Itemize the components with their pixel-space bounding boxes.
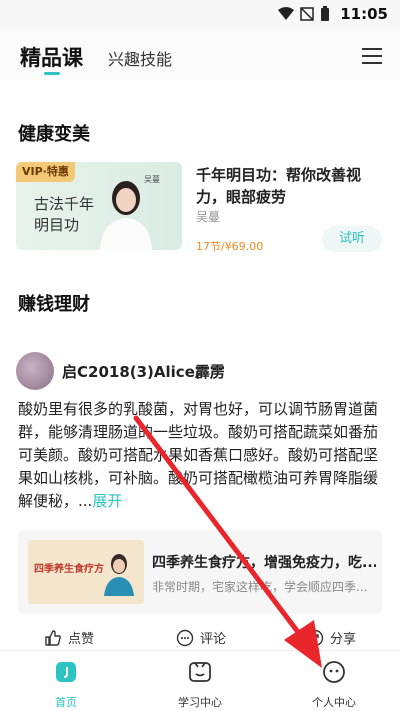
vip-badge: VIP·特惠 xyxy=(16,162,75,182)
post-actions: 点赞 评论 分享 xyxy=(0,628,400,652)
thumbnail-title: 古法千年明目功 xyxy=(34,195,95,234)
top-nav: 精品课 兴趣技能 xyxy=(0,28,400,80)
share-button[interactable]: 分享 xyxy=(306,628,356,647)
active-tab-indicator xyxy=(44,72,60,75)
thumbs-up-icon xyxy=(45,629,61,646)
comment-icon xyxy=(176,629,194,646)
battery-icon xyxy=(321,6,329,21)
course-price: 17节/¥69.00 xyxy=(196,240,264,253)
menu-icon[interactable] xyxy=(362,48,382,64)
status-time: 11:05 xyxy=(340,5,388,23)
avatar[interactable] xyxy=(16,352,54,390)
post-body: 酸奶里有很多的乳酸菌，对胃也好，可以调节肠胃道菌群，能够清理肠道的一些垃圾。酸奶… xyxy=(18,400,379,510)
bottom-nav-home[interactable]: 首页 xyxy=(26,659,106,710)
section-title-health: 健康变美 xyxy=(18,124,90,145)
share-icon xyxy=(306,629,324,646)
post-text: 酸奶里有很多的乳酸菌，对胃也好，可以调节肠胃道菌群，能够清理肠道的一些垃圾。酸奶… xyxy=(18,398,384,513)
course-thumbnail[interactable]: VIP·特惠 古法千年明目功 吴蔓 xyxy=(16,162,182,250)
course-author: 吴蔓 xyxy=(196,210,221,224)
linked-course-title: 四季养生食疗方，增强免疫力，吃... xyxy=(152,555,376,571)
like-label: 点赞 xyxy=(68,632,95,647)
bottom-nav-profile[interactable]: 个人中心 xyxy=(294,659,374,710)
post-username[interactable]: 启C2018(3)Alice霹雳 xyxy=(62,361,225,382)
course-title[interactable]: 千年明目功：帮你改善视力，眼部疲劳 xyxy=(196,164,382,208)
expand-link[interactable]: 展开 xyxy=(92,492,122,510)
thumbnail-author: 吴蔓 xyxy=(144,175,160,184)
bottom-nav: 首页 学习中心 个人中心 xyxy=(0,650,400,711)
profile-icon xyxy=(323,661,345,683)
bottom-nav-profile-label: 个人中心 xyxy=(312,696,356,709)
linked-course-card[interactable]: 四季养生食疗方 四季养生食疗方，增强免疫力，吃... 非常时期，宅家这样吃，学会… xyxy=(18,530,382,614)
bottom-nav-learning-center[interactable]: 学习中心 xyxy=(160,659,240,710)
status-icons xyxy=(278,6,330,22)
home-icon xyxy=(56,662,76,682)
status-bar: 11:05 xyxy=(0,0,400,28)
wifi-icon xyxy=(278,7,294,20)
bottom-nav-learning-center-label: 学习中心 xyxy=(178,696,222,709)
course-card[interactable]: VIP·特惠 古法千年明目功 吴蔓 千年明目功：帮你改善视力，眼部疲劳 吴蔓 1… xyxy=(16,162,382,254)
learning-center-icon xyxy=(189,662,211,682)
share-label: 分享 xyxy=(330,632,357,647)
linked-thumbnail-title: 四季养生食疗方 xyxy=(34,564,104,575)
bottom-nav-home-label: 首页 xyxy=(55,696,77,709)
trial-listen-button[interactable]: 试听 xyxy=(322,226,382,252)
comment-label: 评论 xyxy=(200,632,227,647)
instructor-photo xyxy=(104,554,134,596)
comment-button[interactable]: 评论 xyxy=(176,628,226,647)
linked-course-subtitle: 非常时期，宅家这样吃，学会顺应四季... xyxy=(152,580,368,594)
no-signal-icon xyxy=(300,7,314,21)
like-button[interactable]: 点赞 xyxy=(44,628,94,647)
section-title-money: 赚钱理财 xyxy=(18,294,90,315)
tab-premium-courses[interactable]: 精品课 xyxy=(20,42,83,72)
tab-interest-skills[interactable]: 兴趣技能 xyxy=(108,46,172,70)
linked-course-thumbnail: 四季养生食疗方 xyxy=(28,540,144,604)
